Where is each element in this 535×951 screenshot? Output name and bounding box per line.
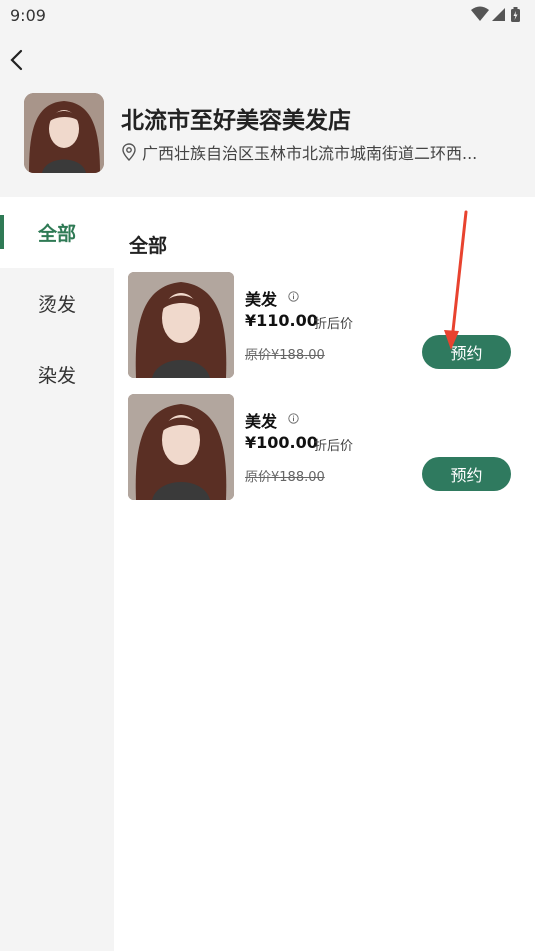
shop-header: 北流市至好美容美发店 广西壮族自治区玉林市北流市城南街道二环西...	[0, 30, 535, 197]
section-title: 全部	[129, 235, 168, 257]
battery-icon	[511, 7, 520, 22]
service-thumbnail	[128, 394, 234, 500]
service-price: ¥110.00	[245, 311, 318, 330]
back-button[interactable]	[4, 46, 28, 74]
original-price: 原价¥188.00	[245, 348, 325, 363]
service-name: 美发	[245, 412, 278, 431]
status-time: 9:09	[10, 6, 46, 25]
price-note: 折后价	[314, 317, 354, 332]
sidebar-item-label: 烫发	[37, 294, 76, 316]
price-note: 折后价	[314, 439, 354, 454]
service-list: 全部 美发 ¥110.00 折后价 原价¥188.00 预约 美发 ¥100.0…	[114, 197, 535, 951]
shop-avatar	[24, 93, 104, 173]
status-icons	[471, 6, 520, 22]
service-thumbnail	[128, 272, 234, 378]
sidebar-item-dye[interactable]: 染发	[0, 339, 114, 410]
wifi-icon	[471, 6, 489, 21]
shop-address-text: 广西壮族自治区玉林市北流市城南街道二环西...	[142, 144, 478, 163]
category-sidebar: 全部 烫发 染发	[0, 197, 114, 951]
sidebar-item-perm[interactable]: 烫发	[0, 268, 114, 339]
service-card[interactable]: 美发 ¥110.00 折后价 原价¥188.00 预约	[128, 272, 525, 378]
original-price: 原价¥188.00	[245, 470, 325, 485]
book-button[interactable]: 预约	[422, 457, 511, 491]
sidebar-item-all[interactable]: 全部	[0, 197, 114, 268]
location-pin-icon	[122, 143, 136, 161]
service-name: 美发	[245, 290, 278, 309]
status-bar: 9:09	[0, 0, 535, 30]
chevron-left-icon	[10, 49, 23, 71]
book-button[interactable]: 预约	[422, 335, 511, 369]
shop-avatar-image	[24, 93, 104, 173]
service-thumbnail-image	[128, 272, 234, 378]
service-price: ¥100.00	[245, 433, 318, 452]
info-icon[interactable]	[288, 291, 299, 302]
info-icon[interactable]	[288, 413, 299, 424]
shop-address: 广西壮族自治区玉林市北流市城南街道二环西...	[121, 140, 506, 164]
shop-name: 北流市至好美容美发店	[121, 108, 351, 134]
service-card[interactable]: 美发 ¥100.00 折后价 原价¥188.00 预约	[128, 394, 525, 500]
signal-icon	[492, 8, 505, 21]
service-thumbnail-image	[128, 394, 234, 500]
sidebar-item-label: 全部	[37, 223, 76, 245]
active-indicator	[0, 215, 4, 249]
sidebar-item-label: 染发	[37, 365, 76, 387]
